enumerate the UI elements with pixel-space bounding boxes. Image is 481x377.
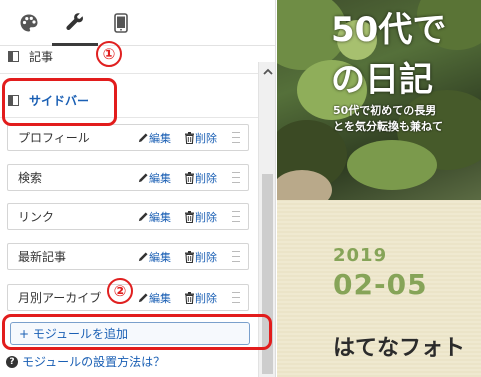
post-date-month-day: 02-05 — [333, 268, 428, 301]
phone-icon — [114, 13, 128, 33]
blog-description-line1: 50代で初めての長男 — [333, 104, 437, 117]
module-delete-link[interactable]: 削除 — [184, 290, 217, 306]
module-delete-link[interactable]: 削除 — [184, 130, 217, 146]
module-label: プロフィール — [18, 131, 90, 145]
help-link-label: モジュールの設置方法は？ — [22, 355, 166, 369]
module-delete-label: 削除 — [195, 131, 217, 145]
module-delete-label: 削除 — [195, 171, 217, 185]
annotation-box-add-module — [2, 314, 272, 350]
module-row[interactable]: リンク 編集 削除 — [7, 203, 249, 230]
section-article[interactable]: 記事 — [0, 40, 258, 74]
blog-title-line1: 50代で — [331, 10, 447, 50]
customize-panel: 記事 サイドバー プロフィール 編集 削除 検索 編集 削除 リンク 編集 削除… — [0, 0, 276, 377]
module-edit-label: 編集 — [149, 210, 171, 224]
annotation-box-sidebar — [2, 78, 117, 126]
trash-icon — [185, 171, 194, 184]
module-edit-link[interactable]: 編集 — [138, 170, 171, 186]
module-edit-link[interactable]: 編集 — [138, 209, 171, 225]
pencil-icon — [138, 252, 148, 262]
blog-title-line2: の日記 — [331, 60, 433, 100]
drag-handle-icon[interactable] — [232, 251, 240, 262]
blog-preview: 50代で の日記 50代で初めての長男 とを気分転換も兼ねて — [277, 0, 481, 377]
trash-icon — [185, 250, 194, 263]
annotation-marker-two: ② — [107, 278, 133, 304]
header-image: 50代で の日記 50代で初めての長男 とを気分転換も兼ねて — [277, 0, 481, 200]
chevron-up-icon — [262, 68, 273, 75]
module-delete-label: 削除 — [195, 250, 217, 264]
module-edit-label: 編集 — [149, 291, 171, 305]
module-row[interactable]: 最新記事 編集 削除 — [7, 243, 249, 270]
module-delete-link[interactable]: 削除 — [184, 249, 217, 265]
module-edit-label: 編集 — [149, 171, 171, 185]
module-edit-link[interactable]: 編集 — [138, 130, 171, 146]
pencil-icon — [138, 293, 148, 303]
module-delete-label: 削除 — [195, 291, 217, 305]
pencil-icon — [138, 212, 148, 222]
module-label: 月別アーカイブ — [18, 291, 102, 305]
section-article-label: 記事 — [29, 50, 54, 64]
annotation-marker-one: ① — [96, 41, 122, 67]
scroll-up-button[interactable] — [259, 64, 275, 78]
pencil-icon — [138, 173, 148, 183]
post-title[interactable]: はてなフォト — [333, 330, 465, 362]
drag-handle-icon[interactable] — [232, 172, 240, 183]
help-link[interactable]: ? モジュールの設置方法は？ — [6, 353, 165, 370]
module-label: 最新記事 — [18, 250, 67, 264]
module-edit-link[interactable]: 編集 — [138, 249, 171, 265]
module-edit-label: 編集 — [149, 250, 171, 264]
drag-handle-icon[interactable] — [232, 292, 240, 303]
module-label: 検索 — [18, 171, 43, 185]
drag-handle-icon[interactable] — [232, 211, 240, 222]
trash-icon — [185, 131, 194, 144]
layout-icon — [8, 51, 19, 62]
trash-icon — [185, 291, 194, 304]
module-edit-link[interactable]: 編集 — [138, 290, 171, 306]
palette-icon — [20, 14, 38, 32]
post-date-year: 2019 — [333, 245, 388, 266]
drag-handle-icon[interactable] — [232, 132, 240, 143]
wrench-icon — [66, 12, 83, 30]
module-delete-link[interactable]: 削除 — [184, 170, 217, 186]
trash-icon — [185, 210, 194, 223]
module-label: リンク — [18, 210, 55, 224]
module-edit-label: 編集 — [149, 131, 171, 145]
module-row[interactable]: プロフィール 編集 削除 — [7, 124, 249, 151]
question-icon: ? — [6, 355, 18, 368]
module-row[interactable]: 検索 編集 削除 — [7, 164, 249, 191]
blog-description-line2: とを気分転換も兼ねて — [333, 120, 443, 133]
module-delete-link[interactable]: 削除 — [184, 209, 217, 225]
pencil-icon — [138, 133, 148, 143]
module-delete-label: 削除 — [195, 210, 217, 224]
